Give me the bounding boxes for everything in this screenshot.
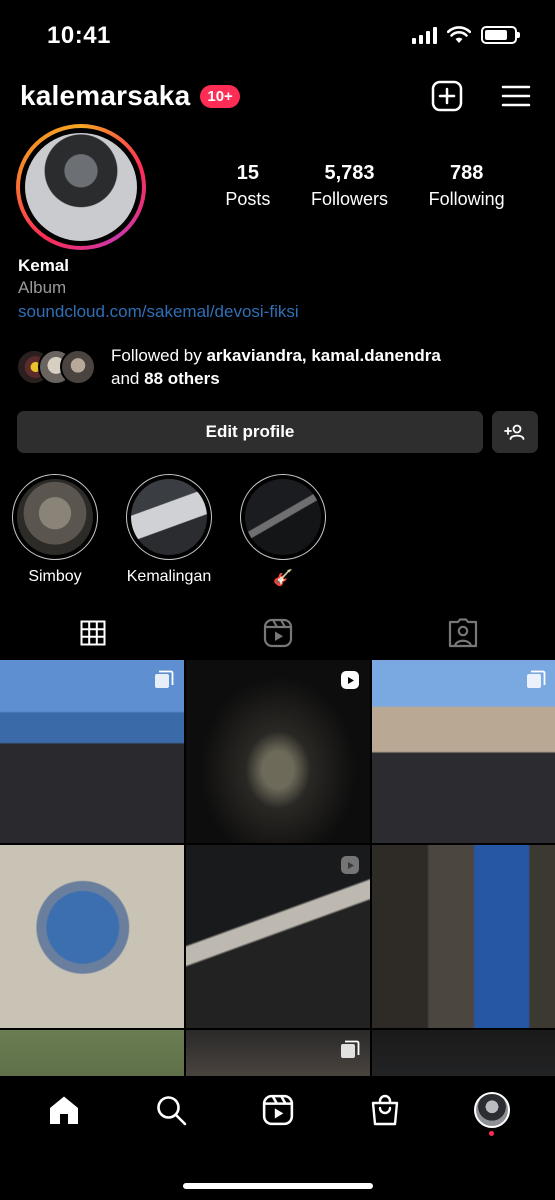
highlight-cover <box>17 479 93 555</box>
nav-home[interactable] <box>44 1090 84 1130</box>
followed-by-others: 88 others <box>144 369 220 388</box>
add-person-icon <box>504 424 525 440</box>
reel-icon <box>341 671 359 689</box>
grid-icon <box>80 620 105 646</box>
display-name: Kemal <box>18 256 70 275</box>
discover-people-button[interactable] <box>492 411 538 453</box>
posts-grid <box>0 660 555 1076</box>
highlight-kemalingan[interactable]: Kemalingan <box>126 474 212 588</box>
followed-by-names: arkaviandra, kamal.danendra <box>206 346 441 365</box>
followed-by-and: and <box>111 369 140 388</box>
post-thumbnail[interactable] <box>372 1030 555 1076</box>
create-post-icon[interactable] <box>431 80 463 112</box>
edit-profile-button[interactable]: Edit profile <box>17 411 483 453</box>
profile-stats: 15 Posts 5,783 Followers 788 Following <box>205 162 525 210</box>
shopping-bag-icon <box>371 1094 398 1126</box>
stat-followers[interactable]: 5,783 Followers <box>311 162 388 210</box>
status-icons <box>412 26 520 44</box>
nav-search[interactable] <box>151 1090 191 1130</box>
notification-dot <box>488 1131 494 1136</box>
username-switcher[interactable]: kalemarsaka <box>20 80 190 112</box>
status-time: 10:41 <box>47 22 111 49</box>
post-thumbnail[interactable] <box>186 1030 370 1076</box>
highlight-guitar[interactable]: 🎸 <box>240 474 326 588</box>
tab-tagged[interactable] <box>370 608 555 658</box>
following-count: 788 <box>449 162 484 184</box>
highlight-label: 🎸 <box>273 570 293 587</box>
highlight-label: Simboy <box>28 568 82 585</box>
home-indicator <box>183 1183 373 1189</box>
post-thumbnail[interactable] <box>186 845 370 1028</box>
highlight-simboy[interactable]: Simboy <box>12 474 98 588</box>
nav-profile[interactable] <box>472 1090 512 1136</box>
tagged-icon <box>448 618 477 648</box>
profile-actions: Edit profile <box>17 411 538 453</box>
following-label: Following <box>428 189 505 209</box>
nav-shop[interactable] <box>365 1090 405 1130</box>
mutual-avatars <box>16 347 98 387</box>
followed-by-text: Followed by arkaviandra, kamal.danendra … <box>111 344 441 390</box>
carousel-icon <box>341 1040 360 1058</box>
profile-tabs <box>0 608 555 658</box>
carousel-icon <box>527 670 546 688</box>
profile-avatar-icon <box>473 1092 510 1128</box>
nav-reels[interactable] <box>258 1090 298 1130</box>
profile-avatar[interactable] <box>16 124 146 250</box>
bio-link[interactable]: soundcloud.com/sakemal/devosi-fiksi <box>18 302 299 322</box>
post-thumbnail[interactable] <box>0 660 184 843</box>
carousel-icon <box>155 670 174 688</box>
story-highlights: Simboy Kemalingan 🎸 <box>12 474 326 588</box>
notification-badge[interactable]: 10+ <box>200 84 240 108</box>
followed-by-prefix: Followed by <box>111 346 202 365</box>
tab-reels[interactable] <box>185 608 370 658</box>
profile-photo <box>25 133 137 241</box>
battery-icon <box>481 26 520 44</box>
home-icon <box>49 1096 78 1124</box>
cellular-signal-icon <box>412 26 437 44</box>
wifi-icon <box>447 26 471 43</box>
highlight-cover <box>245 479 321 555</box>
stat-following[interactable]: 788 Following <box>429 162 505 210</box>
status-bar: 10:41 <box>0 0 555 70</box>
post-thumbnail[interactable] <box>372 845 555 1028</box>
bottom-navigation <box>0 1076 555 1200</box>
followers-label: Followers <box>310 189 388 209</box>
menu-icon[interactable] <box>501 84 531 108</box>
highlight-cover <box>131 479 207 555</box>
reels-icon <box>263 618 292 648</box>
highlight-label: Kemalingan <box>126 568 212 585</box>
profile-bio: Kemal Album soundcloud.com/sakemal/devos… <box>18 256 299 322</box>
search-icon <box>156 1096 186 1126</box>
profile-category: Album <box>18 278 67 297</box>
stat-posts[interactable]: 15 Posts <box>225 162 270 210</box>
avatar <box>60 349 96 385</box>
posts-label: Posts <box>225 189 271 209</box>
posts-count: 15 <box>236 162 259 184</box>
post-thumbnail[interactable] <box>0 845 184 1028</box>
reel-icon <box>341 856 359 874</box>
post-thumbnail[interactable] <box>372 660 555 843</box>
profile-header: kalemarsaka 10+ <box>20 76 531 116</box>
tab-posts-grid[interactable] <box>0 608 185 658</box>
post-thumbnail[interactable] <box>186 660 370 843</box>
followed-by[interactable]: Followed by arkaviandra, kamal.danendra … <box>16 344 441 390</box>
post-thumbnail[interactable] <box>0 1030 184 1076</box>
followers-count: 5,783 <box>324 162 375 184</box>
reels-icon <box>262 1094 293 1126</box>
